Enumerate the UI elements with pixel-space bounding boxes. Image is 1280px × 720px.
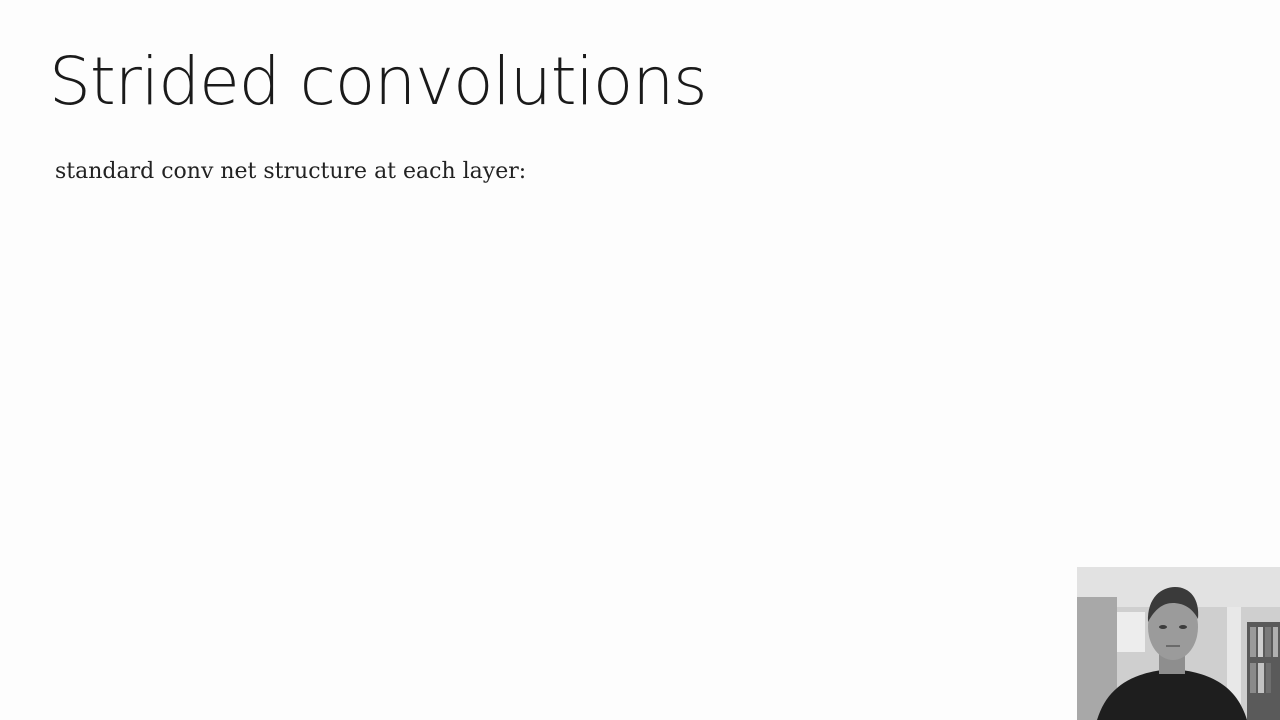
presenter-video-icon: [1077, 567, 1280, 720]
slide-title: Strided convolutions: [49, 43, 708, 120]
slide-body-text: standard conv net structure at each laye…: [55, 159, 527, 184]
slide: Strided convolutions standard conv net s…: [0, 0, 1280, 720]
presenter-webcam: [1077, 567, 1280, 720]
